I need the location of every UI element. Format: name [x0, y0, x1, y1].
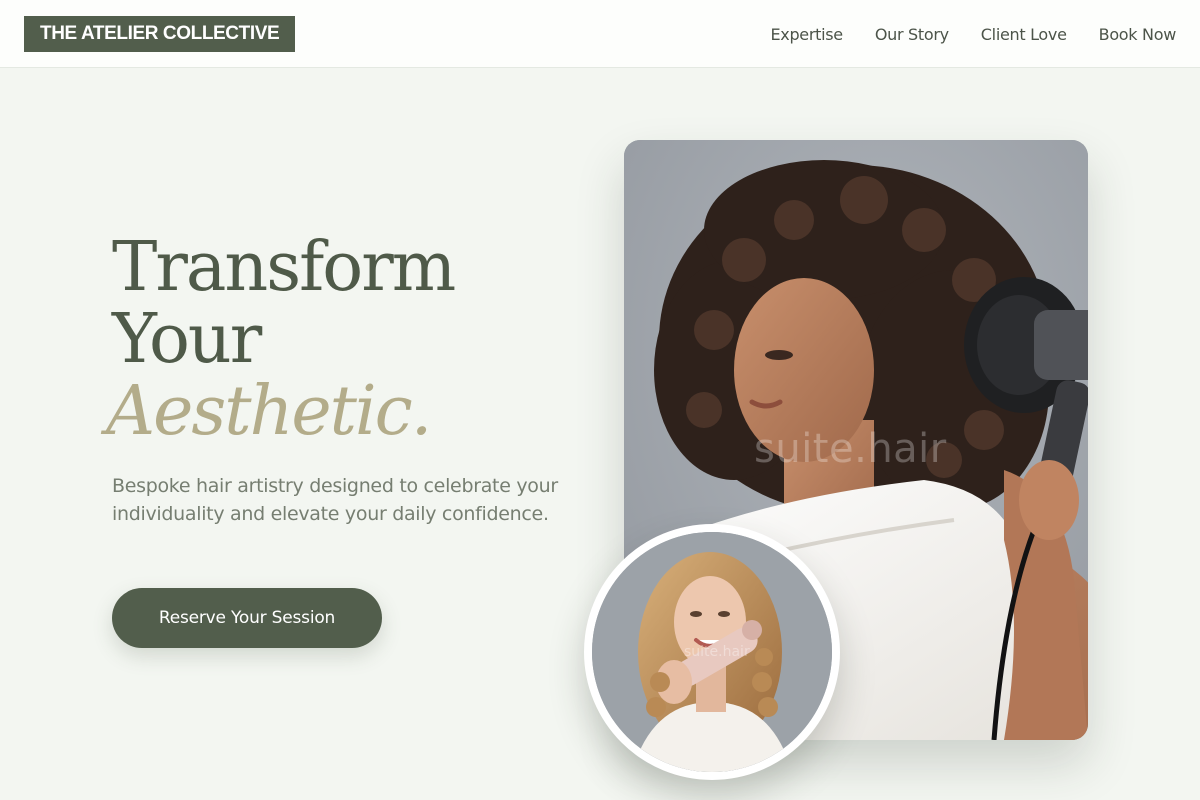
main-nav: Expertise Our Story Client Love Book Now	[770, 0, 1176, 68]
nav-link-book-now[interactable]: Book Now	[1099, 25, 1177, 44]
hero-subtext: Bespoke hair artistry designed to celebr…	[112, 475, 558, 525]
image-watermark: suite.hair	[754, 426, 947, 472]
nav-link-our-story[interactable]: Our Story	[875, 25, 949, 44]
brand-logo[interactable]: THE ATELIER COLLECTIVE	[24, 16, 296, 52]
hero-circle-photo: suite.hair	[584, 524, 840, 780]
circle-image-watermark: suite.hair	[684, 644, 750, 660]
nav-link-expertise[interactable]: Expertise	[770, 25, 843, 44]
headline-accent-aesthetic: Aesthetic.	[106, 372, 432, 451]
site-header: THE ATELIER COLLECTIVE Expertise Our Sto…	[0, 0, 1200, 68]
circle-photo-frame: suite.hair	[592, 532, 832, 772]
headline-line-your: Your	[112, 300, 262, 379]
reserve-session-button[interactable]: Reserve Your Session	[112, 588, 382, 648]
headline-line-transform: Transform	[112, 228, 456, 307]
nav-link-client-love[interactable]: Client Love	[981, 25, 1067, 44]
hero-headline: Transform Your Aesthetic.	[106, 228, 572, 448]
